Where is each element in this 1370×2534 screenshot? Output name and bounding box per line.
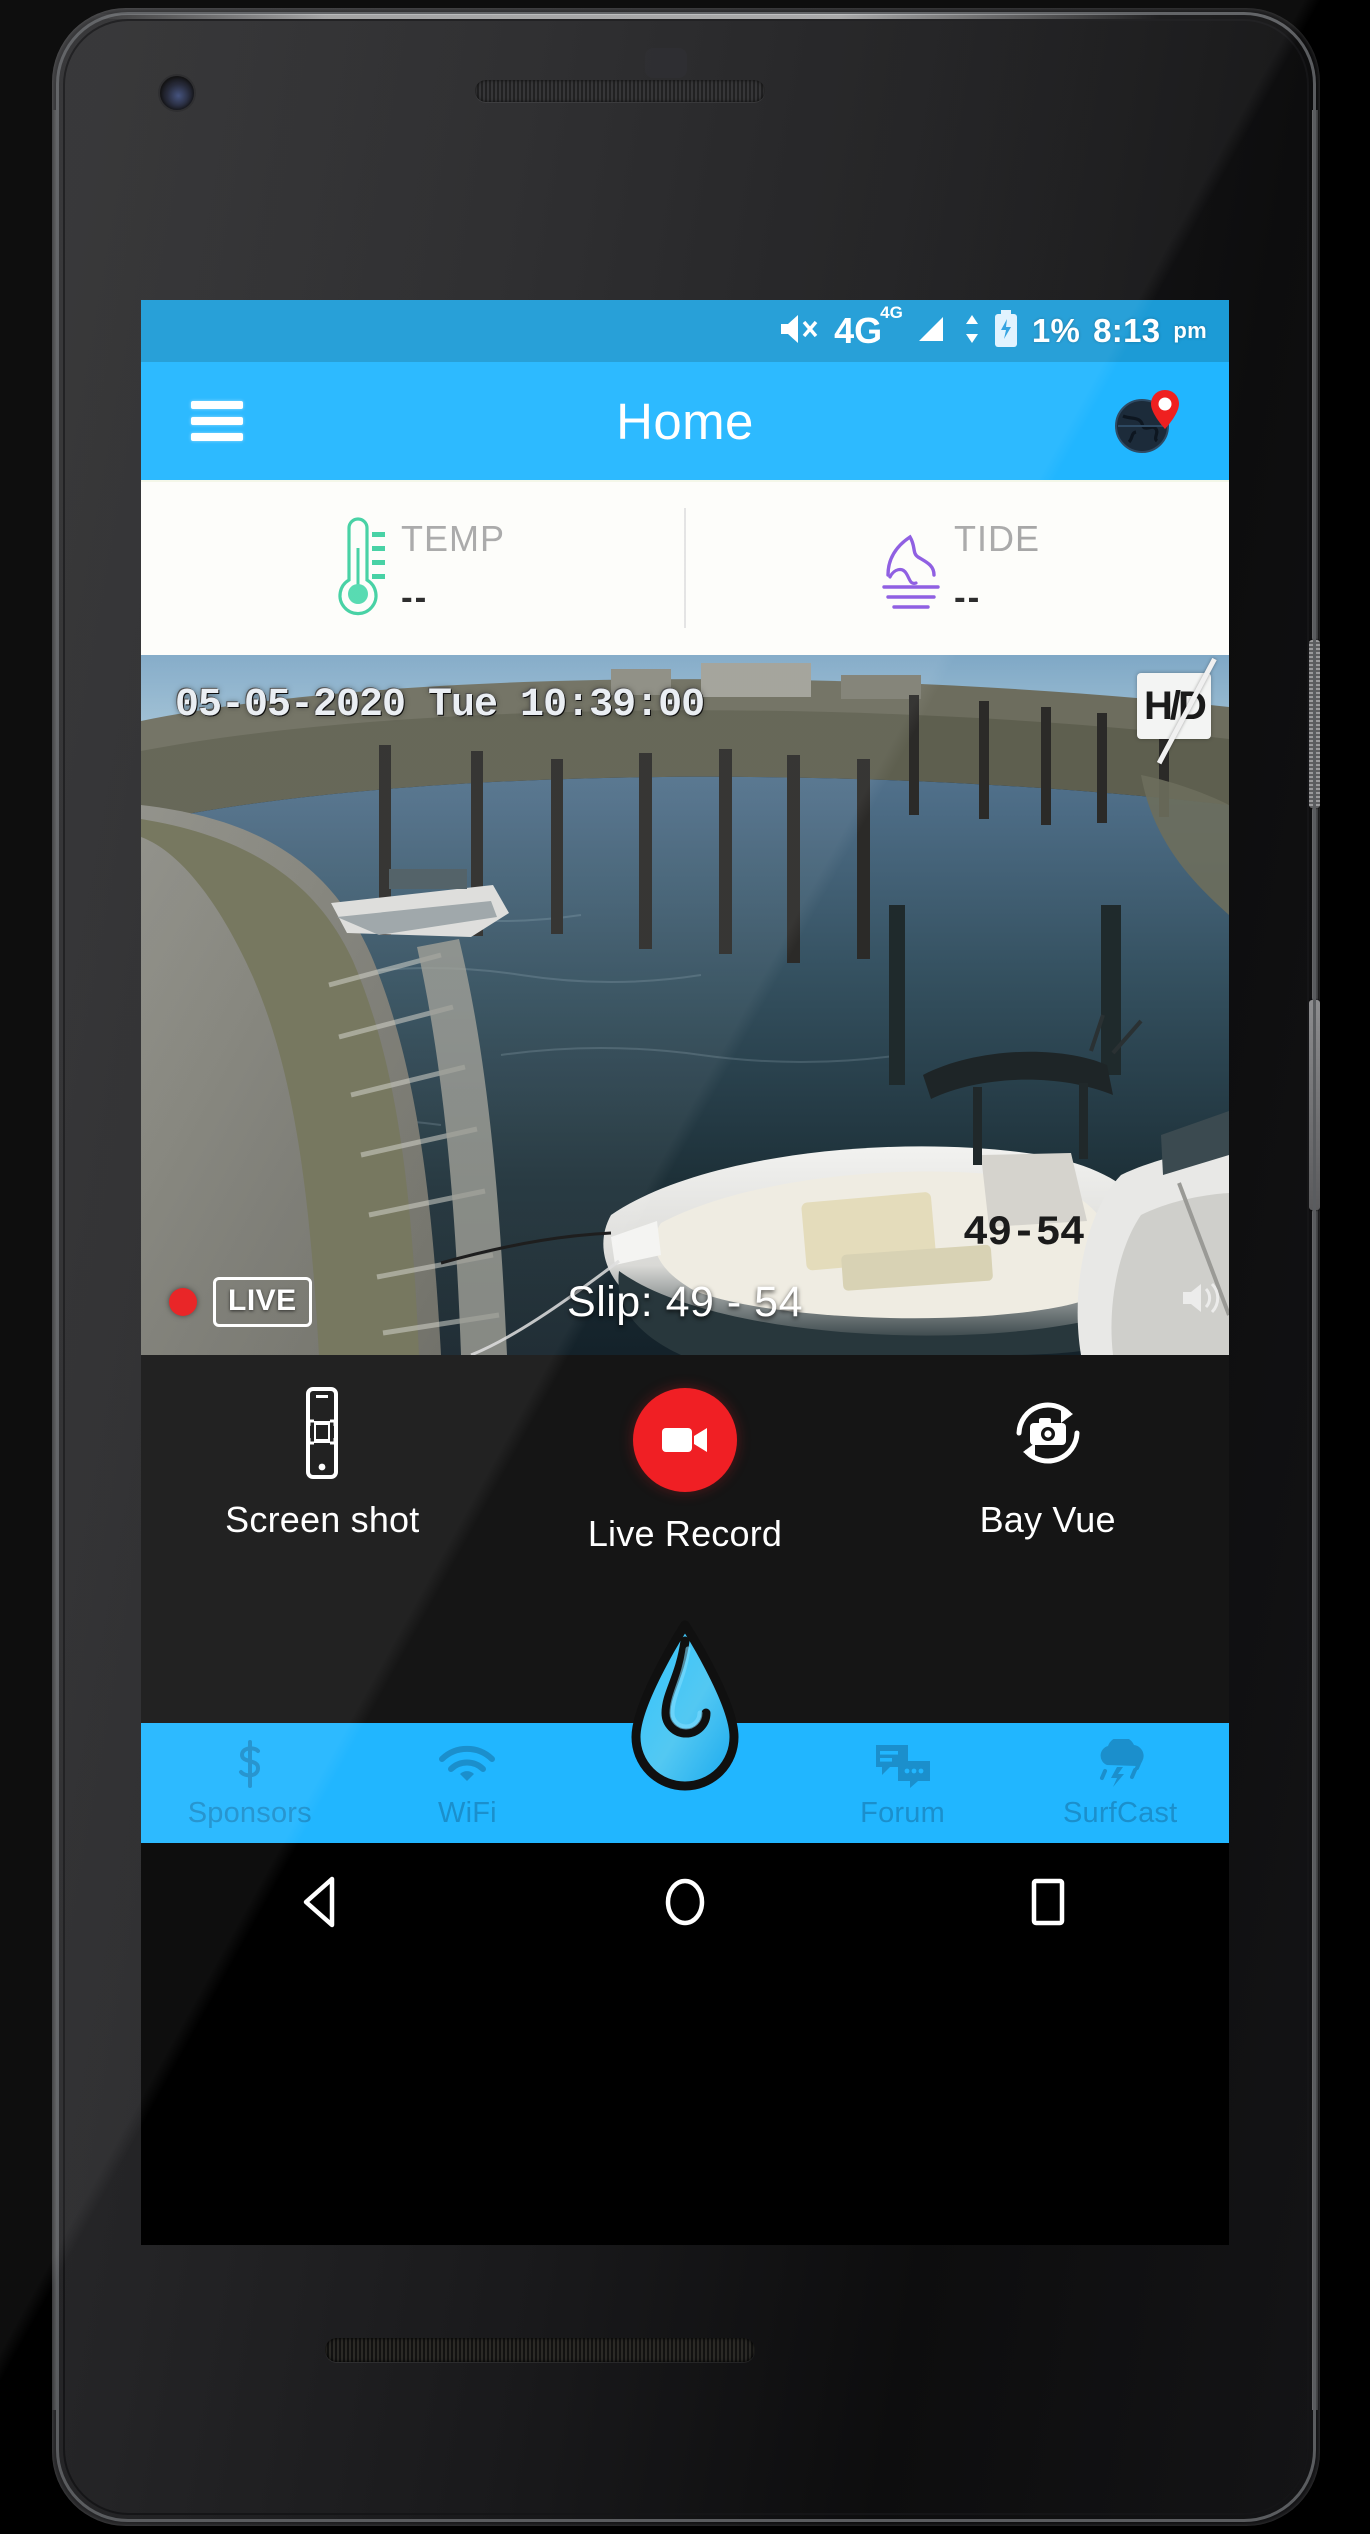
slip-label: Slip: 49 - 54 (567, 1278, 803, 1326)
storm-cloud-icon (1091, 1737, 1149, 1789)
bottom-navigation: Sponsors WiFi Forum SurfCast (141, 1620, 1229, 1843)
volume-rocker[interactable] (1309, 1000, 1320, 1210)
menu-line (191, 401, 243, 409)
proximity-sensor (645, 48, 687, 78)
menu-line (191, 433, 243, 441)
conditions-panel: TEMP -- TIDE -- (141, 480, 1229, 655)
nav-label: Sponsors (187, 1796, 312, 1829)
bottom-speaker (325, 2338, 755, 2362)
nav-item-sponsors[interactable]: Sponsors (141, 1737, 359, 1830)
battery-charging-icon (993, 309, 1019, 353)
chat-bubbles-icon (874, 1737, 932, 1789)
hamburger-menu-icon[interactable] (191, 401, 243, 441)
water-drop-logo[interactable] (622, 1619, 748, 1799)
conditions-cell-temp[interactable]: TEMP -- (141, 482, 685, 655)
nav-item-surfcast[interactable]: SurfCast (1011, 1737, 1229, 1830)
live-record-button[interactable]: Live Record (535, 1385, 835, 1555)
phone-left-rail (52, 110, 57, 2410)
thermometer-icon (321, 513, 395, 625)
wifi-icon (438, 1737, 496, 1789)
nav-item-forum[interactable]: Forum (794, 1737, 1012, 1830)
clock-time: 8:13 (1093, 312, 1161, 349)
volume-icon[interactable] (1179, 1275, 1225, 1321)
camera-timestamp: 05-05-2020 Tue 10:39:00 (175, 683, 705, 728)
nav-item-wifi[interactable]: WiFi (359, 1737, 577, 1830)
data-transfer-icon (963, 313, 981, 350)
phone-right-rail (1312, 110, 1318, 2410)
conditions-value: -- (953, 578, 982, 618)
screenshot-button[interactable]: Screen shot (172, 1385, 472, 1541)
nav-label: SurfCast (1062, 1796, 1178, 1829)
live-camera-feed[interactable]: 05-05-2020 Tue 10:39:00 H/D 49-54 LIVE S… (141, 655, 1229, 1355)
signal-bars-icon (917, 313, 951, 350)
android-navigation-bar (141, 1843, 1229, 1961)
speaker-mute-icon (778, 312, 822, 351)
nav-label: WiFi (438, 1796, 497, 1829)
front-camera (160, 76, 194, 110)
conditions-label: TIDE (953, 517, 1040, 559)
status-bar: 4G4G 1% 8:13 pm (141, 300, 1229, 362)
record-circle (632, 1388, 737, 1492)
action-label: Bay Vue (979, 1499, 1116, 1540)
bay-vue-button[interactable]: Bay Vue (898, 1385, 1198, 1541)
power-button[interactable] (1309, 640, 1320, 808)
hd-badge[interactable]: H/D (1137, 657, 1217, 765)
screenshot-root: 4G4G 1% 8:13 pm Home TEMP -- TIDE -- 05-… (0, 0, 1370, 2534)
action-label: Live Record (587, 1513, 783, 1554)
conditions-text-tide: TIDE -- (954, 519, 1040, 619)
video-record-icon (632, 1385, 737, 1495)
nav-label: Forum (860, 1796, 945, 1829)
recents-square-icon[interactable] (988, 1867, 1108, 1937)
network-type-label: 4G4G (834, 303, 903, 351)
clock-meridiem: pm (1173, 318, 1207, 343)
home-circle-icon[interactable] (625, 1867, 745, 1937)
menu-line (191, 417, 243, 425)
camera-slip-number: 49-54 (962, 1209, 1085, 1257)
tide-wave-icon (874, 513, 948, 625)
phone-screenshot-icon (294, 1385, 350, 1481)
back-triangle-icon[interactable] (262, 1867, 382, 1937)
action-bar: Screen shot Live Record Bay Vue (141, 1355, 1229, 1631)
conditions-text-temp: TEMP -- (401, 519, 505, 619)
conditions-cell-tide[interactable]: TIDE -- (685, 482, 1229, 655)
dollar-sign-icon (234, 1737, 266, 1789)
camera-rotate-icon (1005, 1385, 1091, 1481)
conditions-value: -- (400, 578, 429, 618)
battery-percent-label: 1% (1031, 312, 1081, 349)
app-bar: Home (141, 362, 1229, 480)
globe-location-pin-icon[interactable] (1109, 384, 1187, 458)
earpiece-speaker (475, 80, 765, 102)
conditions-label: TEMP (400, 517, 505, 559)
phone-screen: 4G4G 1% 8:13 pm Home TEMP -- TIDE -- 05-… (141, 300, 1229, 2245)
page-title: Home (616, 392, 754, 450)
status-icons: 4G4G (778, 303, 1019, 353)
action-label: Screen shot (225, 1499, 420, 1540)
